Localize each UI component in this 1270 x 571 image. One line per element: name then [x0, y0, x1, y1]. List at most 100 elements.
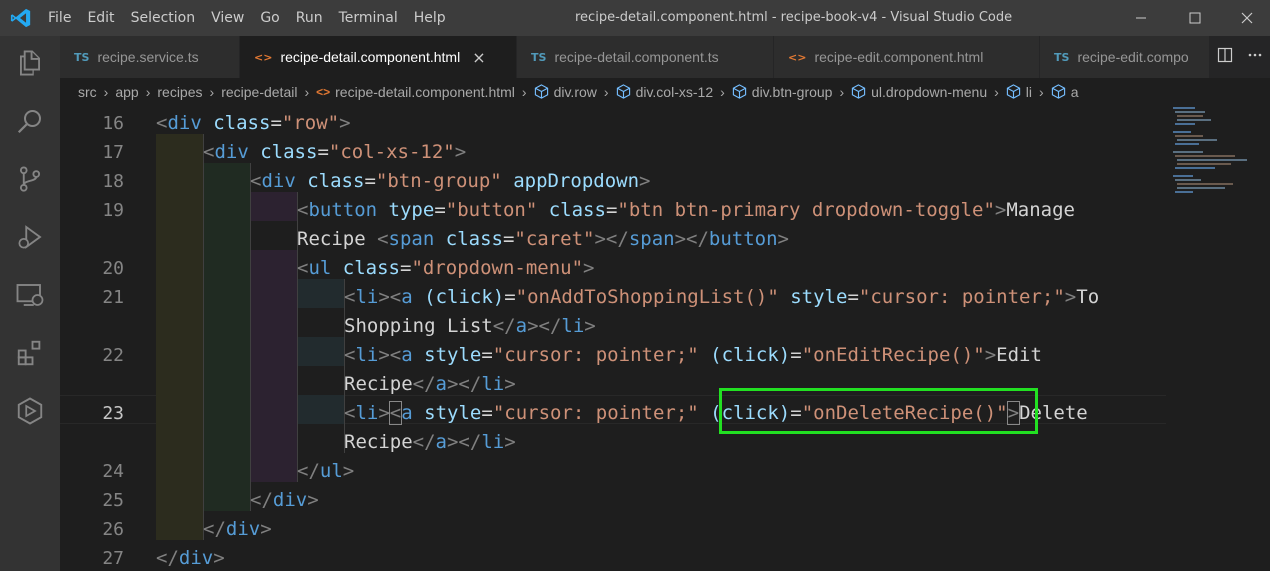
- line-number: 26: [102, 519, 124, 540]
- indent-guide-band: [250, 192, 297, 221]
- menu-file[interactable]: File: [40, 0, 79, 36]
- chevron-right-icon: ›: [603, 83, 609, 100]
- code-editor[interactable]: 16 17 18 19 20 21 22 23 24 25 26 27 <div…: [60, 105, 1270, 571]
- breadcrumb-item[interactable]: a: [1071, 84, 1079, 100]
- tab-recipe-edit-component-html[interactable]: <> recipe-edit.component.html: [774, 36, 1040, 78]
- split-editor-icon[interactable]: [1217, 47, 1233, 67]
- code-line-26: </div>: [203, 518, 272, 540]
- code-line-19: <button type="button" class="btn btn-pri…: [297, 199, 1075, 221]
- code-line-17: <div class="col-xs-12">: [203, 141, 467, 163]
- source-control-icon[interactable]: [15, 164, 45, 194]
- line-number: 25: [102, 490, 124, 511]
- line-number: 27: [102, 548, 124, 569]
- line-number: 17: [102, 142, 124, 163]
- breadcrumb-item[interactable]: div.row: [554, 84, 597, 100]
- menu-edit[interactable]: Edit: [79, 0, 122, 36]
- chevron-right-icon: ›: [145, 83, 151, 100]
- line-number: 22: [102, 345, 124, 366]
- html-file-icon: <>: [788, 50, 807, 64]
- indent-guide-line: [250, 163, 251, 511]
- indent-guide-band: [297, 279, 344, 308]
- chevron-right-icon: ›: [209, 83, 215, 100]
- tab-label: recipe-detail.component.ts: [554, 49, 719, 65]
- code-line-21: <li><a (click)="onAddToShoppingList()" s…: [344, 286, 1100, 308]
- minimap[interactable]: [1165, 105, 1270, 571]
- tab-recipe-detail-component-ts[interactable]: TS recipe-detail.component.ts: [517, 36, 774, 78]
- element-icon: [732, 84, 747, 99]
- typescript-file-icon: TS: [74, 50, 90, 64]
- vscode-logo-icon: [10, 7, 32, 29]
- chevron-right-icon: ›: [304, 83, 310, 100]
- code-line-22: <li><a style="cursor: pointer;" (click)=…: [344, 344, 1042, 366]
- run-debug-icon[interactable]: [15, 222, 45, 252]
- tab-label: recipe-edit.compo: [1077, 49, 1189, 65]
- menu-selection[interactable]: Selection: [123, 0, 204, 36]
- menu-terminal[interactable]: Terminal: [331, 0, 406, 36]
- code-line-20: <ul class="dropdown-menu">: [297, 257, 595, 279]
- chevron-right-icon: ›: [720, 83, 725, 100]
- menu-go[interactable]: Go: [252, 0, 287, 36]
- code-line-16: <div class="row">: [156, 112, 351, 134]
- breadcrumb-item[interactable]: div.col-xs-12: [636, 84, 714, 100]
- element-icon: [851, 84, 866, 99]
- line-number: 20: [102, 258, 124, 279]
- remote-explorer-icon[interactable]: [15, 280, 45, 310]
- indent-guide-line: [203, 134, 204, 540]
- title-bar: File Edit Selection View Go Run Terminal…: [0, 0, 1270, 36]
- activity-bar: [0, 36, 60, 571]
- extensions-icon[interactable]: [15, 338, 45, 368]
- window-title: recipe-detail.component.html - recipe-bo…: [575, 10, 1013, 25]
- tab-recipe-detail-component-html[interactable]: <> recipe-detail.component.html ×: [240, 36, 517, 78]
- chevron-right-icon: ›: [521, 83, 527, 100]
- editor-tabs: TS recipe.service.ts <> recipe-detail.co…: [60, 36, 1270, 78]
- typescript-file-icon: TS: [1054, 50, 1070, 64]
- tab-recipe-edit-component-ts[interactable]: TS recipe-edit.compo: [1040, 36, 1210, 78]
- editor-actions: [1210, 36, 1270, 78]
- html-file-icon: <>: [254, 50, 273, 64]
- line-number: 16: [102, 113, 124, 134]
- code-line-21-wrap: Shopping List</a></li>: [344, 315, 596, 337]
- indent-guide-band: [203, 163, 250, 511]
- menu-view[interactable]: View: [203, 0, 252, 36]
- tab-label: recipe.service.ts: [97, 49, 199, 65]
- breadcrumb-item[interactable]: div.btn-group: [752, 84, 833, 100]
- explorer-icon[interactable]: [15, 48, 45, 78]
- code-line-19-wrap: Recipe <span class="caret"></span></butt…: [297, 228, 789, 250]
- chevron-right-icon: ›: [994, 83, 999, 100]
- element-icon: [1006, 84, 1021, 99]
- breadcrumb-item[interactable]: src: [78, 84, 97, 100]
- annotation-highlight-box: [719, 388, 1038, 434]
- chevron-right-icon: ›: [103, 83, 109, 100]
- more-actions-icon[interactable]: [1247, 47, 1263, 67]
- line-number: 23: [102, 403, 124, 424]
- breadcrumb: src › app › recipes › recipe-detail › <> rec…: [60, 78, 1270, 105]
- close-window-button[interactable]: [1224, 0, 1270, 36]
- breadcrumb-item[interactable]: recipe-detail: [221, 84, 297, 100]
- html-file-icon: <>: [316, 84, 331, 99]
- close-tab-icon[interactable]: ×: [472, 48, 485, 67]
- breadcrumb-item[interactable]: app: [115, 84, 138, 100]
- element-icon: [534, 84, 549, 99]
- search-icon[interactable]: [15, 106, 45, 136]
- line-number: 19: [102, 200, 124, 221]
- code-line-23-wrap: Recipe</a></li>: [344, 431, 516, 453]
- menu-help[interactable]: Help: [406, 0, 454, 36]
- breadcrumb-item[interactable]: recipe-detail.component.html: [335, 84, 515, 100]
- indent-guide-band: [250, 250, 297, 482]
- minimize-button[interactable]: [1118, 0, 1164, 36]
- angular-icon[interactable]: [15, 396, 45, 426]
- code-line-24: </ul>: [297, 460, 355, 482]
- tab-label: recipe-edit.component.html: [814, 49, 984, 65]
- tab-recipe-service-ts[interactable]: TS recipe.service.ts: [60, 36, 240, 78]
- element-icon: [616, 84, 631, 99]
- maximize-button[interactable]: [1172, 0, 1218, 36]
- breadcrumb-item[interactable]: recipes: [157, 84, 202, 100]
- indent-guide-band: [156, 134, 203, 540]
- code-line-22-wrap: Recipe</a></li>: [344, 373, 516, 395]
- line-number: 18: [102, 171, 124, 192]
- breadcrumb-item[interactable]: ul.dropdown-menu: [871, 84, 987, 100]
- breadcrumb-item[interactable]: li: [1026, 84, 1032, 100]
- line-number: 24: [102, 461, 124, 482]
- code-line-18: <div class="btn-group" appDropdown>: [250, 170, 651, 192]
- menu-run[interactable]: Run: [288, 0, 331, 36]
